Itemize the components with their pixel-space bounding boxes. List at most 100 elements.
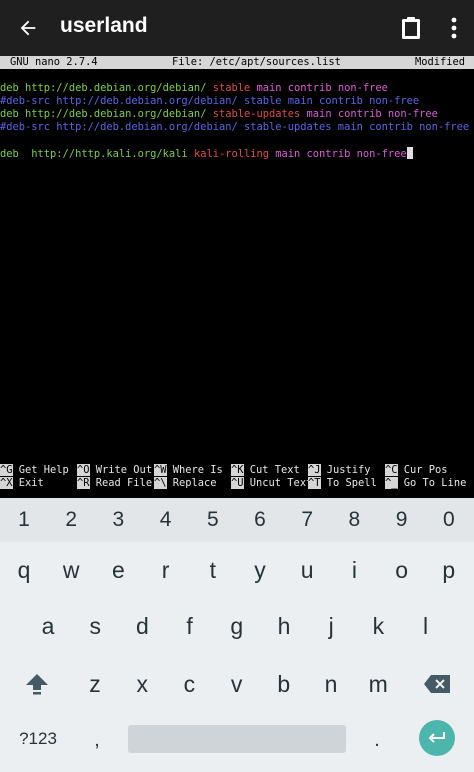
nano-shortcut[interactable]: ^C Cur Pos (385, 464, 448, 477)
key-v[interactable]: v (216, 656, 258, 712)
nano-shortcut[interactable]: ^W Where Is (154, 464, 223, 477)
shortcut-label: Uncut Text (243, 477, 313, 489)
symbols-key[interactable]: ?123 (10, 723, 66, 755)
key-5[interactable]: 5 (193, 498, 233, 542)
editor-text-segment: deb (0, 148, 32, 160)
key-j[interactable]: j (310, 598, 352, 654)
key-l[interactable]: l (405, 598, 447, 654)
nano-shortcut[interactable]: ^U Uncut Text (231, 477, 312, 490)
key-p[interactable]: p (428, 542, 470, 598)
keyboard-row-1: qwertyuiop (0, 542, 474, 598)
editor-text-segment: deb (0, 82, 26, 94)
nano-shortcut[interactable]: ^X Exit (0, 477, 44, 490)
key-z[interactable]: z (74, 656, 116, 712)
shortcut-label: Go To Line (397, 477, 467, 489)
shortcut-key: ^O (77, 464, 90, 476)
key-a[interactable]: a (27, 598, 69, 654)
shortcut-label: Write Out (89, 464, 153, 476)
clipboard-icon[interactable] (396, 13, 426, 43)
key-x[interactable]: x (121, 656, 163, 712)
key-m[interactable]: m (357, 656, 399, 712)
shortcut-key: ^X (0, 477, 13, 489)
soft-keyboard: 1234567890 qwertyuiop asdfghjkl zxcvbnm … (0, 498, 474, 772)
key-w[interactable]: w (50, 542, 92, 598)
nano-shortcut[interactable]: ^J Justify (308, 464, 371, 477)
enter-return-icon (428, 732, 445, 743)
shortcut-key: ^U (231, 477, 244, 489)
nano-filename: File: /etc/apt/sources.list (172, 56, 341, 68)
nano-title-bar: GNU nano 2.7.4 File: /etc/apt/sources.li… (0, 56, 474, 69)
editor-line[interactable]: #deb-src http://deb.debian.org/debian/ s… (0, 121, 469, 134)
key-o[interactable]: o (381, 542, 423, 598)
space-bar[interactable] (128, 725, 346, 753)
shortcut-key: ^G (0, 464, 13, 476)
nano-shortcut[interactable]: ^T To Spell (308, 477, 377, 490)
key-6[interactable]: 6 (240, 498, 280, 542)
key-3[interactable]: 3 (98, 498, 138, 542)
key-1[interactable]: 1 (4, 498, 44, 542)
editor-text-segment: main contrib non-free (256, 82, 388, 94)
key-d[interactable]: d (121, 598, 163, 654)
key-e[interactable]: e (97, 542, 139, 598)
key-n[interactable]: n (310, 656, 352, 712)
key-q[interactable]: q (3, 542, 45, 598)
key-g[interactable]: g (216, 598, 258, 654)
key-4[interactable]: 4 (146, 498, 186, 542)
key-i[interactable]: i (333, 542, 375, 598)
key-y[interactable]: y (239, 542, 281, 598)
key-0[interactable]: 0 (429, 498, 469, 542)
terminal-screen[interactable]: GNU nano 2.7.4 File: /etc/apt/sources.li… (0, 56, 474, 498)
shortcut-label: Replace (166, 477, 217, 489)
nano-shortcut[interactable]: ^O Write Out (77, 464, 152, 477)
shortcut-label: Read File (89, 477, 153, 489)
key-8[interactable]: 8 (334, 498, 374, 542)
key-b[interactable]: b (263, 656, 305, 712)
nano-version: GNU nano 2.7.4 (10, 56, 98, 68)
more-vert-icon[interactable] (442, 13, 466, 43)
nano-shortcut[interactable]: ^K Cut Text (231, 464, 300, 477)
keyboard-row-2: asdfghjkl (0, 598, 474, 654)
shortcut-label: Justify (320, 464, 371, 476)
shortcut-key: ^_ (385, 477, 398, 489)
editor-text-segment: main contrib non-free (306, 108, 438, 120)
shortcut-label: Get Help (12, 464, 69, 476)
key-t[interactable]: t (192, 542, 234, 598)
key-f[interactable]: f (169, 598, 211, 654)
key-u[interactable]: u (286, 542, 328, 598)
comma-key[interactable]: , (82, 723, 112, 757)
shift-key[interactable] (14, 656, 60, 712)
shortcut-label: Exit (12, 477, 44, 489)
shift-arrow-icon (26, 674, 48, 695)
key-2[interactable]: 2 (51, 498, 91, 542)
editor-line[interactable]: deb http://http.kali.org/kali kali-rolli… (0, 147, 413, 160)
shortcut-key: ^J (308, 464, 321, 476)
key-k[interactable]: k (357, 598, 399, 654)
key-h[interactable]: h (263, 598, 305, 654)
shortcut-label: Where Is (166, 464, 223, 476)
backspace-key[interactable] (412, 656, 462, 712)
shortcut-key: ^T (308, 477, 321, 489)
period-key[interactable]: . (362, 723, 392, 757)
arrow-left-icon[interactable] (12, 12, 44, 44)
shortcut-row-2: ^X Exit ^R Read File ^\ Replace ^U Uncut Te… (0, 477, 474, 490)
key-c[interactable]: c (168, 656, 210, 712)
editor-line[interactable]: deb http://deb.debian.org/debian/ stable… (0, 108, 438, 121)
nano-shortcut[interactable]: ^\ Replace (154, 477, 217, 490)
editor-line[interactable]: #deb-src http://deb.debian.org/debian/ s… (0, 95, 419, 108)
shortcut-label: To Spell (320, 477, 377, 489)
nano-shortcut[interactable]: ^_ Go To Line (385, 477, 466, 490)
shortcut-key: ^\ (154, 477, 167, 489)
key-9[interactable]: 9 (382, 498, 422, 542)
editor-text-segment: stable (212, 82, 257, 94)
key-7[interactable]: 7 (287, 498, 327, 542)
nano-shortcut[interactable]: ^R Read File (77, 477, 152, 490)
shortcut-key: ^C (385, 464, 398, 476)
editor-text-segment: http://http.kali.org/kali (31, 148, 194, 160)
text-cursor (406, 147, 413, 159)
key-s[interactable]: s (74, 598, 116, 654)
nano-shortcut[interactable]: ^G Get Help (0, 464, 69, 477)
keyboard-row-3: zxcvbnm (0, 656, 474, 712)
editor-line[interactable]: deb http://deb.debian.org/debian/ stable… (0, 82, 388, 95)
enter-key[interactable] (419, 720, 455, 756)
key-r[interactable]: r (145, 542, 187, 598)
